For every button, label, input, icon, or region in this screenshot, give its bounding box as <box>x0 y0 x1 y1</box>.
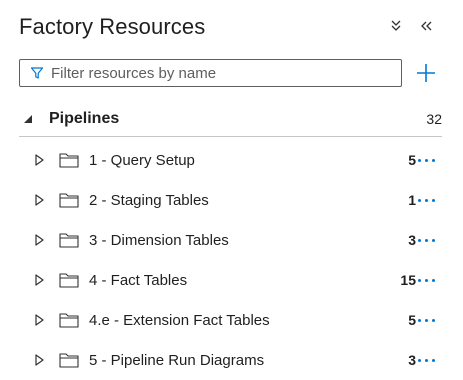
expand-caret-icon[interactable] <box>34 274 44 286</box>
folder-name: 2 - Staging Tables <box>89 191 209 209</box>
folder-icon <box>59 352 79 368</box>
more-actions-icon[interactable] <box>418 195 440 205</box>
section-label: Pipelines <box>49 110 120 127</box>
folder-name: 1 - Query Setup <box>89 151 195 169</box>
section-divider <box>19 136 442 137</box>
folder-name: 4 - Fact Tables <box>89 271 188 289</box>
folder-row[interactable]: 1 - Query Setup 5 <box>0 140 463 180</box>
folder-count: 5 <box>408 152 416 168</box>
add-resource-button[interactable] <box>414 61 438 85</box>
more-actions-icon[interactable] <box>418 235 440 245</box>
folder-count: 3 <box>408 352 416 368</box>
expand-caret-icon[interactable] <box>34 234 44 246</box>
folder-icon <box>59 232 79 248</box>
folder-count: 15 <box>400 272 416 288</box>
folder-name: 4.e - Extension Fact Tables <box>89 311 270 329</box>
double-chevron-down-icon <box>391 20 401 31</box>
folder-count: 5 <box>408 312 416 328</box>
factory-resources-panel: Factory Resources Pip <box>0 0 463 380</box>
filter-icon <box>29 65 45 81</box>
folder-row[interactable]: 3 - Dimension Tables 3 <box>0 220 463 260</box>
more-actions-icon[interactable] <box>418 355 440 365</box>
more-actions-icon[interactable] <box>418 155 440 165</box>
filter-resources-input[interactable] <box>51 61 401 85</box>
more-actions-icon[interactable] <box>418 315 440 325</box>
folder-row[interactable]: 5 - Pipeline Run Diagrams 3 <box>0 340 463 380</box>
double-chevron-left-icon <box>421 21 432 31</box>
folder-icon <box>59 312 79 328</box>
section-count: 32 <box>426 111 442 127</box>
expand-caret-icon[interactable] <box>34 154 44 166</box>
search-box <box>19 59 402 87</box>
collapse-panel-button[interactable] <box>416 16 436 36</box>
collapse-all-button[interactable] <box>386 16 406 36</box>
folder-row[interactable]: 4 - Fact Tables 15 <box>0 260 463 300</box>
folder-icon <box>59 192 79 208</box>
expand-caret-icon[interactable] <box>34 314 44 326</box>
folder-name: 5 - Pipeline Run Diagrams <box>89 351 265 369</box>
expanded-caret-icon <box>23 114 33 124</box>
expand-caret-icon[interactable] <box>34 354 44 366</box>
pipelines-section-header[interactable]: Pipelines 32 <box>19 104 442 134</box>
folder-icon <box>59 152 79 168</box>
folder-count: 3 <box>408 232 416 248</box>
panel-title: Factory Resources <box>19 14 206 39</box>
more-actions-icon[interactable] <box>418 275 440 285</box>
plus-icon <box>417 64 435 82</box>
folder-icon <box>59 272 79 288</box>
expand-caret-icon[interactable] <box>34 194 44 206</box>
folder-name: 3 - Dimension Tables <box>89 231 229 249</box>
folder-row[interactable]: 2 - Staging Tables 1 <box>0 180 463 220</box>
folder-count: 1 <box>408 192 416 208</box>
folder-row[interactable]: 4.e - Extension Fact Tables 5 <box>0 300 463 340</box>
